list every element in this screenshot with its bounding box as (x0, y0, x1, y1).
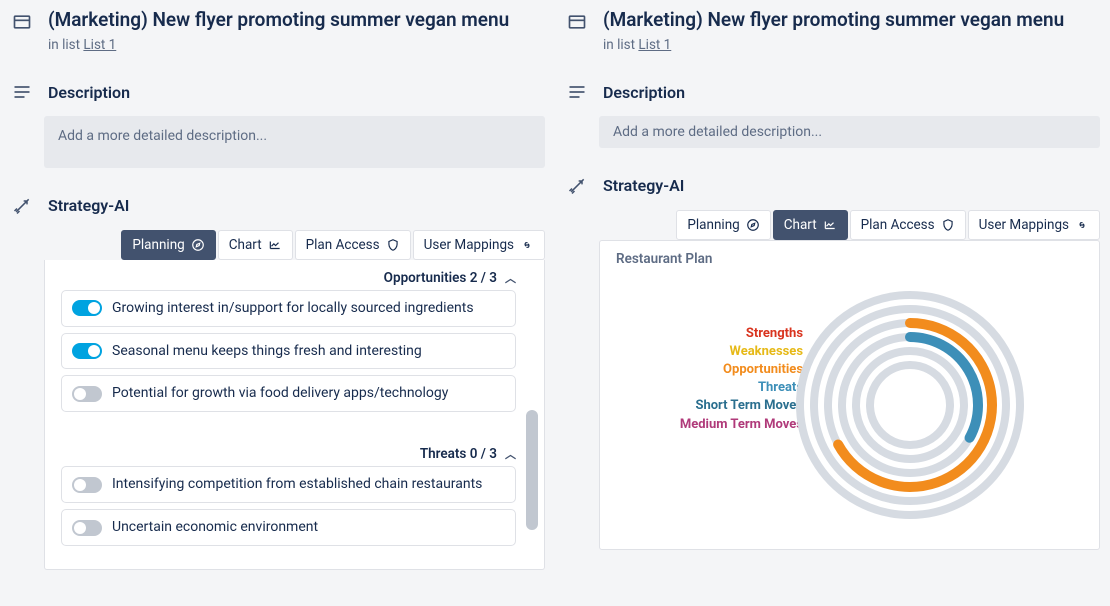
tab-chart[interactable]: Chart (218, 230, 293, 260)
tab-chart-label: Chart (784, 217, 817, 233)
toggle[interactable] (72, 300, 102, 316)
scrollbar-thumb[interactable] (526, 410, 538, 530)
toggle[interactable] (72, 477, 102, 493)
item-text: Seasonal menu keeps things fresh and int… (112, 342, 422, 361)
toggle[interactable] (72, 343, 102, 359)
item-text: Uncertain economic environment (112, 518, 318, 537)
description-input[interactable]: Add a more detailed description... (599, 116, 1100, 148)
opportunities-label: Opportunities 2 / 3 (384, 270, 497, 286)
tab-planning-label: Planning (687, 217, 739, 233)
planning-body: Opportunities 2 / 3 ︿ Growing interest i… (44, 260, 545, 570)
description-icon (10, 84, 34, 100)
list-link[interactable]: List 1 (638, 37, 671, 53)
description-heading: Description (48, 83, 130, 102)
item-text: Intensifying competition from establishe… (112, 475, 482, 494)
tab-plan-access-label: Plan Access (861, 217, 935, 233)
item-text: Potential for growth via food delivery a… (112, 384, 448, 403)
list-item: Growing interest in/support for locally … (61, 290, 516, 327)
chart-body: Restaurant Plan StrengthsWeaknessesOppor… (599, 240, 1100, 550)
description-icon (565, 84, 589, 100)
tab-chart-label: Chart (229, 237, 262, 253)
list-item: Uncertain economic environment (61, 509, 516, 546)
strategy-heading: Strategy-AI (48, 196, 129, 215)
toggle[interactable] (72, 520, 102, 536)
toggle[interactable] (72, 386, 102, 402)
tab-plan-access-label: Plan Access (306, 237, 380, 253)
chart-line-icon (823, 218, 837, 232)
list-item: Seasonal menu keeps things fresh and int… (61, 333, 516, 370)
collapse-icon[interactable]: ︿ (505, 446, 516, 462)
threats-label: Threats 0 / 3 (420, 446, 497, 462)
tab-user-mappings-label: User Mappings (424, 237, 514, 253)
strategy-tabs: Planning Chart Plan Access User Mappings (599, 210, 1100, 240)
tab-user-mappings-label: User Mappings (979, 217, 1069, 233)
tab-plan-access[interactable]: Plan Access (850, 210, 966, 240)
strategy-icon (10, 196, 34, 216)
strategy-tabs: Planning Chart Plan Access User Mappings (44, 230, 545, 260)
list-item: Potential for growth via food delivery a… (61, 375, 516, 412)
card-title: (Marketing) New flyer promoting summer v… (48, 8, 509, 33)
strategy-heading: Strategy-AI (603, 176, 684, 195)
item-text: Growing interest in/support for locally … (112, 299, 474, 318)
link-icon (520, 238, 534, 252)
description-input[interactable]: Add a more detailed description... (44, 116, 545, 168)
chart-title: Restaurant Plan (616, 251, 1083, 267)
collapse-icon[interactable]: ︿ (505, 270, 516, 286)
card-title: (Marketing) New flyer promoting summer v… (603, 8, 1064, 33)
description-heading: Description (603, 83, 685, 102)
list-link[interactable]: List 1 (83, 37, 116, 53)
radial-chart (780, 275, 1040, 535)
in-list-text: in list List 1 (603, 37, 1064, 53)
card-icon (565, 12, 589, 32)
strategy-icon (565, 176, 589, 196)
tab-chart[interactable]: Chart (773, 210, 848, 240)
link-icon (1075, 218, 1089, 232)
tab-planning-label: Planning (132, 237, 184, 253)
tab-user-mappings[interactable]: User Mappings (413, 230, 545, 260)
chart-line-icon (268, 238, 282, 252)
tab-user-mappings[interactable]: User Mappings (968, 210, 1100, 240)
compass-icon (746, 218, 760, 232)
tab-planning[interactable]: Planning (676, 210, 770, 240)
card-icon (10, 12, 34, 32)
compass-icon (191, 238, 205, 252)
list-item: Intensifying competition from establishe… (61, 466, 516, 503)
shield-icon (386, 238, 400, 252)
tab-planning[interactable]: Planning (121, 230, 215, 260)
tab-plan-access[interactable]: Plan Access (295, 230, 411, 260)
in-list-text: in list List 1 (48, 37, 509, 53)
shield-icon (941, 218, 955, 232)
